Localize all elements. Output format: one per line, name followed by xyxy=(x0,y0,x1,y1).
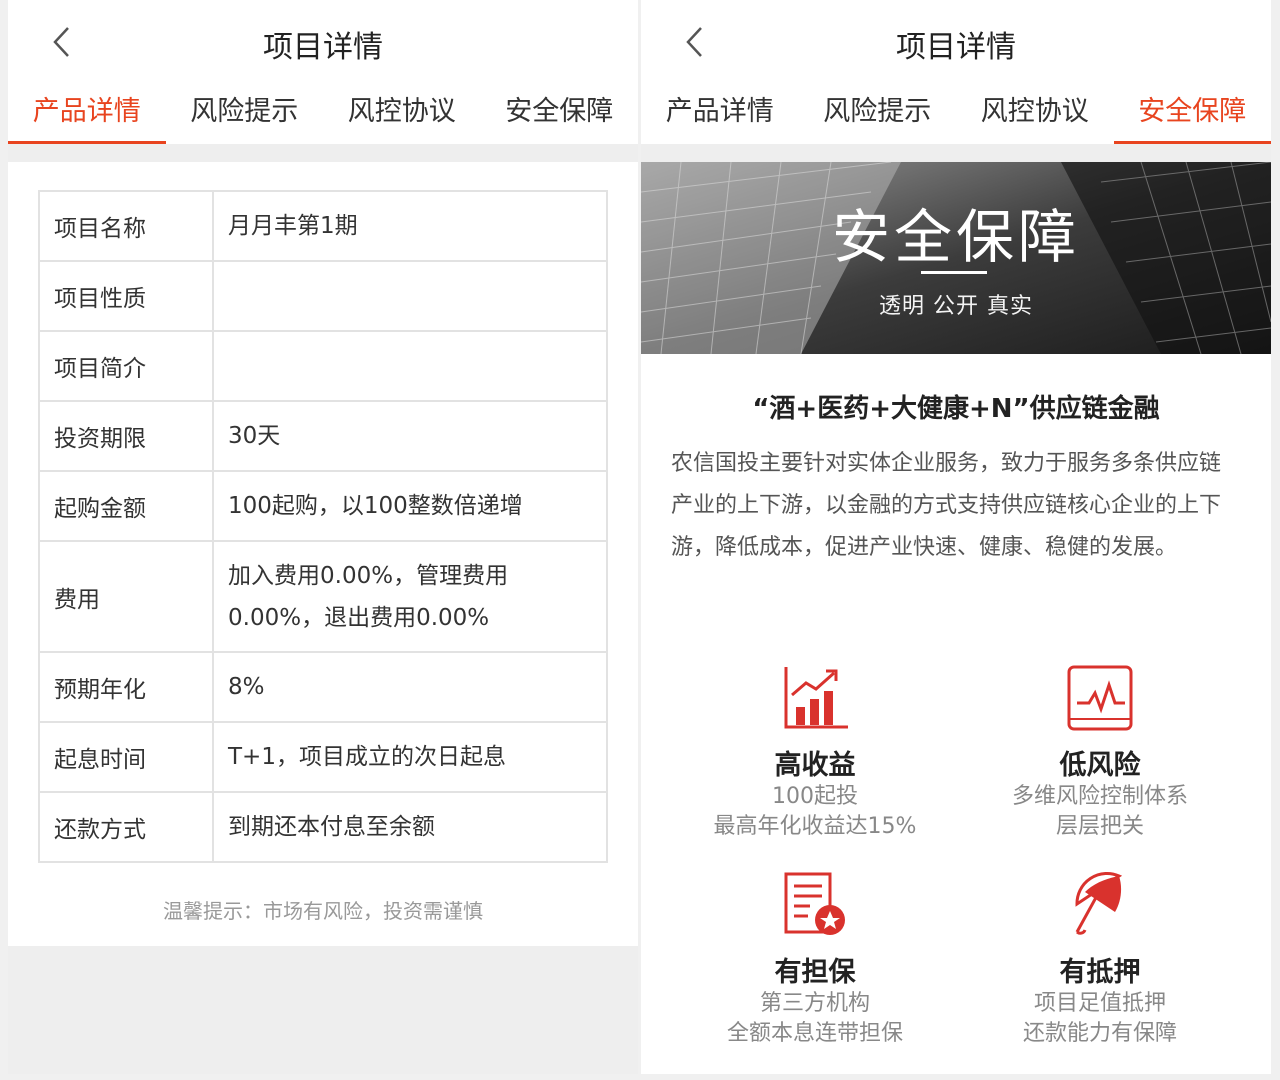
tab-security[interactable]: 安全保障 xyxy=(481,84,639,144)
table-row: 起息时间 T+1，项目成立的次日起息 xyxy=(38,721,608,793)
row-value xyxy=(212,330,608,402)
tab-bar: 产品详情 风险提示 风控协议 安全保障 xyxy=(8,84,638,144)
tab-security[interactable]: 安全保障 xyxy=(1113,84,1272,144)
document-star-icon xyxy=(784,872,845,935)
tab-risk-notice[interactable]: 风险提示 xyxy=(799,84,957,144)
row-label: 投资期限 xyxy=(38,400,214,472)
feature-line-2: 层层把关 xyxy=(1055,814,1144,839)
feature-high-return: 高收益 100起投 最高年化收益达15% xyxy=(665,663,965,842)
table-row: 投资期限 30天 xyxy=(38,400,608,472)
tab-risk-notice[interactable]: 风险提示 xyxy=(166,84,324,144)
row-label: 预期年化 xyxy=(38,651,214,723)
row-value: 加入费用0.00%，管理费用 0.00%，退出费用0.00% xyxy=(212,540,608,653)
tab-risk-agreement[interactable]: 风控协议 xyxy=(323,84,481,144)
feature-title: 有担保 xyxy=(774,957,856,988)
footer-gray-area xyxy=(8,946,638,1074)
bar-chart-icon xyxy=(784,667,848,729)
table-row: 起购金额 100起购，以100整数倍递增 xyxy=(38,470,608,542)
banner-title: 安全保障 xyxy=(831,203,1080,271)
row-label: 起息时间 xyxy=(38,721,214,793)
row-label: 还款方式 xyxy=(38,791,214,863)
row-value: T+1，项目成立的次日起息 xyxy=(212,721,608,793)
section-title: “酒+医药+大健康+N”供应链金融 xyxy=(752,394,1160,424)
row-value xyxy=(212,260,608,332)
line-chart-icon xyxy=(1067,665,1133,731)
security-screen: 项目详情 产品详情 风险提示 风控协议 安全保障 安全保障 透明 公开 真实 “… xyxy=(641,0,1271,1074)
feature-line-1: 项目足值抵押 xyxy=(1033,991,1166,1016)
divider-strip xyxy=(8,144,638,162)
project-info-table: 项目名称 月月丰第1期 项目性质 项目简介 投资期限 30天 起购金额 100起… xyxy=(38,190,608,863)
umbrella-icon xyxy=(1075,872,1123,935)
row-value: 100起购，以100整数倍递增 xyxy=(212,470,608,542)
top-bar: 项目详情 xyxy=(641,0,1271,84)
row-label: 项目性质 xyxy=(38,260,214,332)
feature-low-risk: 低风险 多维风险控制体系 层层把关 xyxy=(950,663,1250,842)
row-value: 8% xyxy=(212,651,608,723)
risk-tip: 温馨提示：市场有风险，投资需谨慎 xyxy=(163,899,483,923)
tab-bar: 产品详情 风险提示 风控协议 安全保障 xyxy=(641,84,1271,144)
tab-product-detail[interactable]: 产品详情 xyxy=(8,84,166,144)
feature-line-2: 最高年化收益达15% xyxy=(713,814,917,839)
feature-guarantee: 有担保 第三方机构 全额本息连带担保 xyxy=(665,870,965,1049)
banner-subtitle: 透明 公开 真实 xyxy=(879,294,1033,319)
company-description: 农信国投主要针对实体企业服务，致力于服务多条供应链产业的上下游，以金融的方式支持… xyxy=(671,451,1222,560)
row-value: 30天 xyxy=(212,400,608,472)
fee-line-1: 加入费用0.00%，管理费用 xyxy=(228,562,509,589)
table-row: 预期年化 8% xyxy=(38,651,608,723)
tab-product-detail[interactable]: 产品详情 xyxy=(641,84,799,144)
feature-title: 低风险 xyxy=(1059,750,1141,781)
row-value: 到期还本付息至余额 xyxy=(212,791,608,863)
feature-line-2: 还款能力有保障 xyxy=(1022,1021,1177,1046)
table-row: 还款方式 到期还本付息至余额 xyxy=(38,791,608,863)
row-label: 费用 xyxy=(38,540,214,653)
feature-line-2: 全额本息连带担保 xyxy=(726,1021,903,1046)
table-row: 费用 加入费用0.00%，管理费用 0.00%，退出费用0.00% xyxy=(38,540,608,653)
feature-title: 有抵押 xyxy=(1059,957,1141,988)
table-row: 项目性质 xyxy=(38,260,608,332)
feature-collateral: 有抵押 项目足值抵押 还款能力有保障 xyxy=(950,870,1250,1049)
top-bar: 项目详情 xyxy=(8,0,638,84)
row-value: 月月丰第1期 xyxy=(212,190,608,262)
table-row: 项目简介 xyxy=(38,330,608,402)
row-label: 项目名称 xyxy=(38,190,214,262)
product-detail-screen: 项目详情 产品详情 风险提示 风控协议 安全保障 项目名称 月月丰第1期 项目性… xyxy=(8,0,638,1074)
table-row: 项目名称 月月丰第1期 xyxy=(38,190,608,262)
banner-divider xyxy=(921,271,987,274)
tab-risk-agreement[interactable]: 风控协议 xyxy=(956,84,1114,144)
feature-title: 高收益 xyxy=(774,750,856,781)
row-label: 起购金额 xyxy=(38,470,214,542)
feature-line-1: 多维风险控制体系 xyxy=(1011,784,1188,809)
divider-strip xyxy=(641,144,1271,162)
page-title: 项目详情 xyxy=(263,30,383,65)
page-title: 项目详情 xyxy=(896,30,1016,65)
feature-line-1: 100起投 xyxy=(772,784,858,809)
row-label: 项目简介 xyxy=(38,330,214,402)
feature-line-1: 第三方机构 xyxy=(759,991,870,1016)
fee-line-2: 0.00%，退出费用0.00% xyxy=(228,604,490,631)
